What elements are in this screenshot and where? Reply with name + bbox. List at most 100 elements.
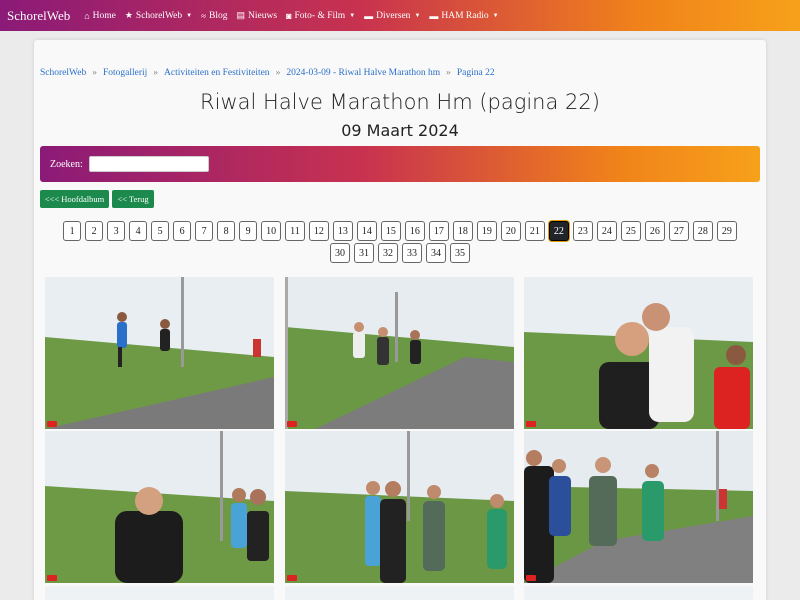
search-bar: Zoeken: [40,146,760,182]
breadcrumb-separator-icon: » [153,68,159,78]
folder-icon: ▬ [364,10,374,21]
watermark-logo [526,421,536,427]
nav-item-home[interactable]: ⌂ Home [84,11,116,21]
breadcrumb-link[interactable]: SchorelWeb [40,68,86,78]
top-navbar: SchorelWeb ⌂ Home ★ SchorelWeb ▼ ≈ Blog ▤ Nieuws… [0,0,800,31]
page-button-4[interactable]: 4 [129,221,148,241]
nav-item-label: Nieuws [248,10,278,21]
photo-thumbnail[interactable] [45,431,274,583]
folder-icon: ▬ [429,10,439,21]
page-button-31[interactable]: 31 [354,243,374,263]
nav-item-label: HAM Radio [441,10,489,21]
page-button-28[interactable]: 28 [692,221,713,241]
caret-down-icon: ▼ [492,12,499,19]
runner-photo-1 [45,277,274,429]
page-button-1[interactable]: 1 [63,221,82,241]
main-album-button[interactable]: <<< Hoofdalbum [40,190,109,208]
nav-item-label: Blog [209,10,228,21]
runner-photo-2 [285,277,514,429]
nav-item-label: Foto- & Film [294,10,346,21]
photo-thumbnail[interactable] [524,277,753,429]
page-button-35[interactable]: 35 [450,243,470,263]
page-button-2[interactable]: 2 [85,221,104,241]
page-button-34[interactable]: 34 [426,243,446,263]
nav-item-blog[interactable]: ≈ Blog [201,11,227,21]
breadcrumb-link[interactable]: Fotogallerij [103,68,147,78]
page-button-32[interactable]: 32 [378,243,398,263]
breadcrumb-link[interactable]: Pagina 22 [457,68,495,78]
page-button-15[interactable]: 15 [380,221,401,241]
pagination-row: 30 31 32 33 34 35 [40,243,760,263]
photo-thumbnail[interactable] [285,586,514,600]
page-button-14[interactable]: 14 [356,221,377,241]
breadcrumb-separator-icon: » [92,68,97,78]
nav-item-label: Home [92,10,116,21]
page-button-30[interactable]: 30 [330,243,350,263]
breadcrumb-separator-icon: » [446,68,451,78]
page-button-25[interactable]: 25 [620,221,641,241]
watermark-logo [47,575,57,581]
page-button-5[interactable]: 5 [151,221,170,241]
watermark-logo [287,421,297,427]
page-button-33[interactable]: 33 [402,243,422,263]
page-button-10[interactable]: 10 [261,221,282,241]
photo-thumbnail[interactable] [524,431,753,583]
nav-item-foto-film[interactable]: ◙ Foto- & Film ▼ [286,11,355,21]
photo-thumbnail[interactable] [45,586,274,600]
page-title: Riwal Halve Marathon Hm (pagina 22) [200,90,600,114]
search-label: Zoeken: [50,158,83,170]
search-input[interactable] [88,156,209,172]
breadcrumb-link[interactable]: 2024-03-09 - Riwal Halve Marathon hm [286,68,440,78]
page-button-9[interactable]: 9 [239,221,258,241]
newspaper-icon: ▤ [236,10,246,20]
page-button-7[interactable]: 7 [195,221,214,241]
photo-thumbnail[interactable] [524,586,753,600]
watermark-logo [47,421,57,427]
page-button-3[interactable]: 3 [107,221,126,241]
page-button-18[interactable]: 18 [452,221,473,241]
caret-down-icon: ▼ [186,12,193,19]
page-button-17[interactable]: 17 [428,221,449,241]
nav-item-nieuws[interactable]: ▤ Nieuws [237,10,278,21]
brand-link[interactable]: SchorelWeb [7,8,70,24]
camera-icon: ◙ [286,10,292,21]
runner-photo-5 [285,431,514,583]
runner-photo-4 [45,431,274,583]
nav-item-ham-radio[interactable]: ▬ HAM Radio ▼ [429,11,498,21]
page-button-20[interactable]: 20 [500,221,521,241]
pagination-row: 1 2 3 4 5 6 7 8 9 10 11 12 13 14 15 16 17 18 19 20 21 22 23 24 2… [40,221,760,241]
runner-photo-6 [524,431,753,583]
watermark-logo [287,575,297,581]
caret-down-icon: ▼ [349,12,356,19]
back-button[interactable]: << Terug [112,190,154,208]
page-button-23[interactable]: 23 [572,221,593,241]
page-button-26[interactable]: 26 [644,221,665,241]
pagination: 1 2 3 4 5 6 7 8 9 10 11 12 13 14 15 16 17 18 19 20 21 22 23 24 2… [40,221,760,265]
page-button-12[interactable]: 12 [308,221,329,241]
breadcrumb-link[interactable]: Activiteiten en Festiviteiten [164,68,270,78]
nav-item-diversen[interactable]: ▬ Diversen ▼ [364,11,420,21]
page-button-8[interactable]: 8 [217,221,236,241]
page-button-11[interactable]: 11 [285,221,305,241]
watermark-logo [526,575,536,581]
page-button-16[interactable]: 16 [404,221,425,241]
page-button-6[interactable]: 6 [173,221,192,241]
nav-item-schorelweb[interactable]: ★ SchorelWeb ▼ [125,10,192,21]
runner-photo-3 [524,277,753,429]
page-button-21[interactable]: 21 [524,221,545,241]
photo-thumbnail[interactable] [285,277,514,429]
star-icon: ★ [124,10,133,20]
breadcrumb-separator-icon: » [275,68,281,78]
page-button-29[interactable]: 29 [716,221,737,241]
breadcrumb: SchorelWeb » Fotogallerij » Activiteiten en … [40,68,495,78]
home-icon: ⌂ [84,10,90,21]
page-button-22[interactable]: 22 [548,221,569,241]
page-button-19[interactable]: 19 [476,221,497,241]
page-button-13[interactable]: 13 [332,221,353,241]
photo-thumbnail[interactable] [285,431,514,583]
photo-thumbnail[interactable] [45,277,274,429]
rss-icon: ≈ [201,10,207,21]
page-button-27[interactable]: 27 [668,221,689,241]
page-button-24[interactable]: 24 [596,221,617,241]
caret-down-icon: ▼ [414,12,421,19]
